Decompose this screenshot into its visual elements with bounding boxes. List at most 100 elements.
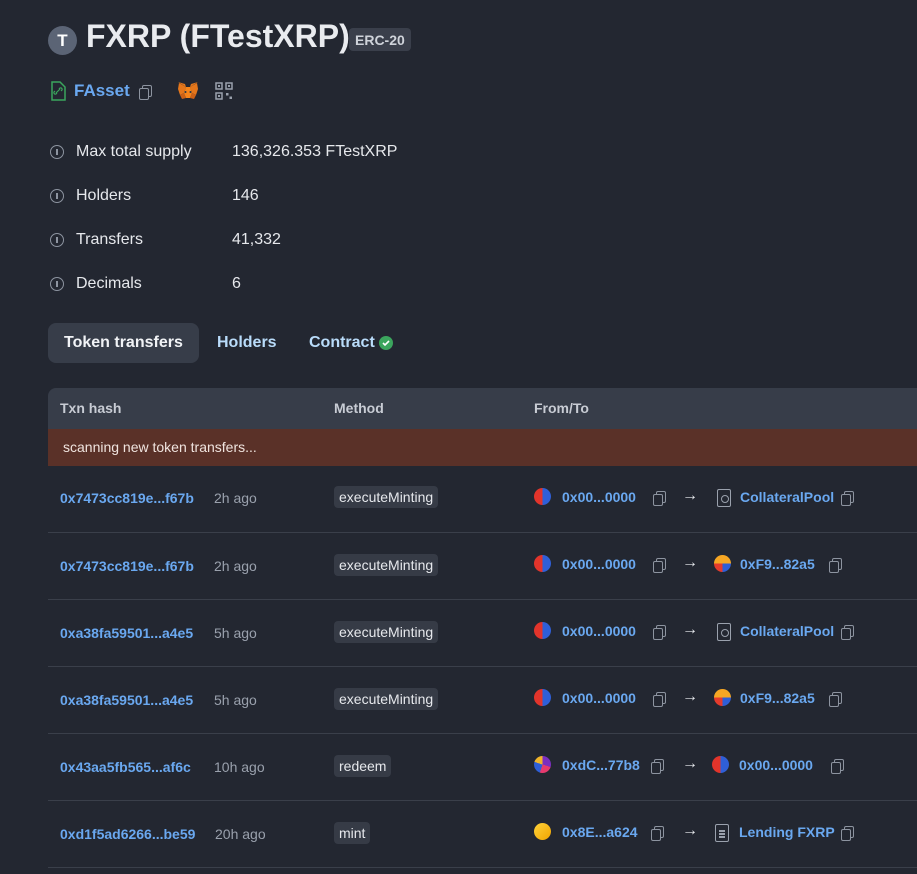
txn-hash-link[interactable]: 0xa38fa59501...a4e5 bbox=[60, 692, 193, 708]
copy-icon[interactable] bbox=[841, 826, 854, 841]
copy-icon[interactable] bbox=[653, 692, 666, 707]
table-row: 0xd1f5ad6266...be59 20h ago mint 0x8E...… bbox=[48, 801, 917, 868]
detail-label: Transfers bbox=[76, 231, 143, 248]
token-title: FXRP (FTestXRP) bbox=[86, 18, 350, 54]
txn-hash-link[interactable]: 0x7473cc819e...f67b bbox=[60, 490, 194, 506]
txn-age: 2h ago bbox=[214, 490, 257, 506]
table-row: 0x43aa5fb565...af6c 10h ago redeem 0xdC.… bbox=[48, 734, 917, 801]
info-icon[interactable] bbox=[50, 277, 64, 291]
detail-value: 6 bbox=[232, 275, 241, 292]
to-address-link[interactable]: CollateralPool bbox=[740, 489, 834, 505]
info-icon[interactable] bbox=[50, 189, 64, 203]
contract-file-icon bbox=[717, 489, 731, 507]
address-avatar bbox=[534, 823, 551, 840]
from-address-link[interactable]: 0x00...0000 bbox=[562, 556, 636, 572]
copy-icon[interactable] bbox=[829, 692, 842, 707]
tab-token-transfers[interactable]: Token transfers bbox=[48, 323, 199, 363]
txn-age: 2h ago bbox=[214, 558, 257, 574]
txn-age: 5h ago bbox=[214, 625, 257, 641]
token-standard-badge: ERC-20 bbox=[349, 28, 411, 51]
info-icon[interactable] bbox=[50, 145, 64, 159]
to-address-link[interactable]: 0xF9...82a5 bbox=[740, 556, 815, 572]
detail-label: Max total supply bbox=[76, 143, 192, 160]
arrow-right-icon: → bbox=[682, 755, 698, 772]
copy-icon[interactable] bbox=[653, 625, 666, 640]
verified-check-icon bbox=[378, 336, 393, 350]
document-icon bbox=[715, 824, 729, 842]
copy-icon[interactable] bbox=[653, 558, 666, 573]
arrow-right-icon: → bbox=[682, 621, 698, 638]
table-row: 0x7473cc819e...f67b 2h ago executeMintin… bbox=[48, 466, 917, 533]
table-row: 0xa38fa59501...a4e5 5h ago executeMintin… bbox=[48, 600, 917, 667]
txn-age: 5h ago bbox=[214, 692, 257, 708]
method-badge: redeem bbox=[334, 755, 392, 777]
info-icon[interactable] bbox=[50, 233, 64, 247]
copy-icon[interactable] bbox=[653, 491, 666, 506]
method-badge: executeMinting bbox=[334, 621, 439, 643]
arrow-right-icon: → bbox=[682, 822, 698, 839]
table-header: Txn hash Method From/To bbox=[48, 388, 917, 429]
copy-icon[interactable] bbox=[841, 491, 854, 506]
method-badge: mint bbox=[334, 822, 371, 844]
from-address-link[interactable]: 0xdC...77b8 bbox=[562, 757, 640, 773]
holders-count-link[interactable]: 146 bbox=[232, 187, 259, 205]
to-address-link[interactable]: 0x00...0000 bbox=[739, 757, 813, 773]
detail-row-decimals: Decimals 6 bbox=[50, 271, 241, 297]
column-header-from-to: From/To bbox=[534, 400, 589, 416]
arrow-right-icon: → bbox=[682, 688, 698, 705]
table-row: 0xa38fa59501...a4e5 5h ago executeMintin… bbox=[48, 667, 917, 734]
contract-file-icon bbox=[717, 623, 731, 641]
from-address-link[interactable]: 0x00...0000 bbox=[562, 690, 636, 706]
address-avatar bbox=[534, 488, 551, 505]
scanning-banner: scanning new token transfers... bbox=[48, 429, 917, 466]
from-address-link[interactable]: 0x00...0000 bbox=[562, 489, 636, 505]
address-avatar bbox=[712, 756, 729, 773]
tab-contract[interactable]: Contract bbox=[293, 323, 409, 363]
copy-icon[interactable] bbox=[841, 625, 854, 640]
address-avatar bbox=[534, 689, 551, 706]
from-address-link[interactable]: 0x00...0000 bbox=[562, 623, 636, 639]
from-address-link[interactable]: 0x8E...a624 bbox=[562, 824, 638, 840]
tab-contract-label: Contract bbox=[309, 334, 375, 351]
txn-hash-link[interactable]: 0xa38fa59501...a4e5 bbox=[60, 625, 193, 641]
address-avatar bbox=[714, 689, 731, 706]
txn-age: 10h ago bbox=[214, 759, 265, 775]
copy-icon[interactable] bbox=[651, 826, 664, 841]
method-badge: executeMinting bbox=[334, 486, 439, 508]
txn-hash-link[interactable]: 0x7473cc819e...f67b bbox=[60, 558, 194, 574]
copy-icon[interactable] bbox=[829, 558, 842, 573]
contract-file-icon bbox=[51, 81, 66, 101]
txn-hash-link[interactable]: 0xd1f5ad6266...be59 bbox=[60, 826, 195, 842]
address-avatar bbox=[534, 622, 551, 639]
arrow-right-icon: → bbox=[682, 554, 698, 571]
detail-row-transfers: Transfers 41,332 bbox=[50, 227, 281, 253]
scanning-text: scanning new token transfers... bbox=[63, 439, 257, 455]
method-badge: executeMinting bbox=[334, 554, 439, 576]
token-links-row: FAsset bbox=[50, 78, 233, 104]
metamask-icon[interactable] bbox=[177, 81, 199, 101]
txn-hash-link[interactable]: 0x43aa5fb565...af6c bbox=[60, 759, 191, 775]
tab-holders[interactable]: Holders bbox=[201, 323, 293, 363]
transfers-count-link[interactable]: 41,332 bbox=[232, 231, 281, 249]
to-address-link[interactable]: Lending FXRP bbox=[739, 824, 835, 840]
arrow-right-icon: → bbox=[682, 487, 698, 504]
address-avatar bbox=[714, 555, 731, 572]
copy-icon[interactable] bbox=[138, 84, 152, 100]
detail-label: Holders bbox=[76, 187, 132, 204]
column-header-txn-hash: Txn hash bbox=[60, 400, 122, 416]
copy-icon[interactable] bbox=[651, 759, 664, 774]
column-header-method: Method bbox=[334, 400, 384, 416]
detail-row-max-supply: Max total supply 136,326.353 FTestXRP bbox=[50, 139, 397, 165]
qr-code-icon[interactable] bbox=[215, 82, 233, 100]
detail-row-holders: Holders 146 bbox=[50, 183, 259, 209]
token-avatar: T bbox=[48, 26, 77, 55]
fasset-link[interactable]: FAsset bbox=[74, 81, 130, 101]
copy-icon[interactable] bbox=[831, 759, 844, 774]
address-avatar bbox=[534, 756, 551, 773]
method-badge: executeMinting bbox=[334, 688, 439, 710]
table-row: 0x7473cc819e...f67b 2h ago executeMintin… bbox=[48, 533, 917, 600]
to-address-link[interactable]: 0xF9...82a5 bbox=[740, 690, 815, 706]
to-address-link[interactable]: CollateralPool bbox=[740, 623, 834, 639]
address-avatar bbox=[534, 555, 551, 572]
detail-value: 136,326.353 FTestXRP bbox=[232, 143, 398, 160]
